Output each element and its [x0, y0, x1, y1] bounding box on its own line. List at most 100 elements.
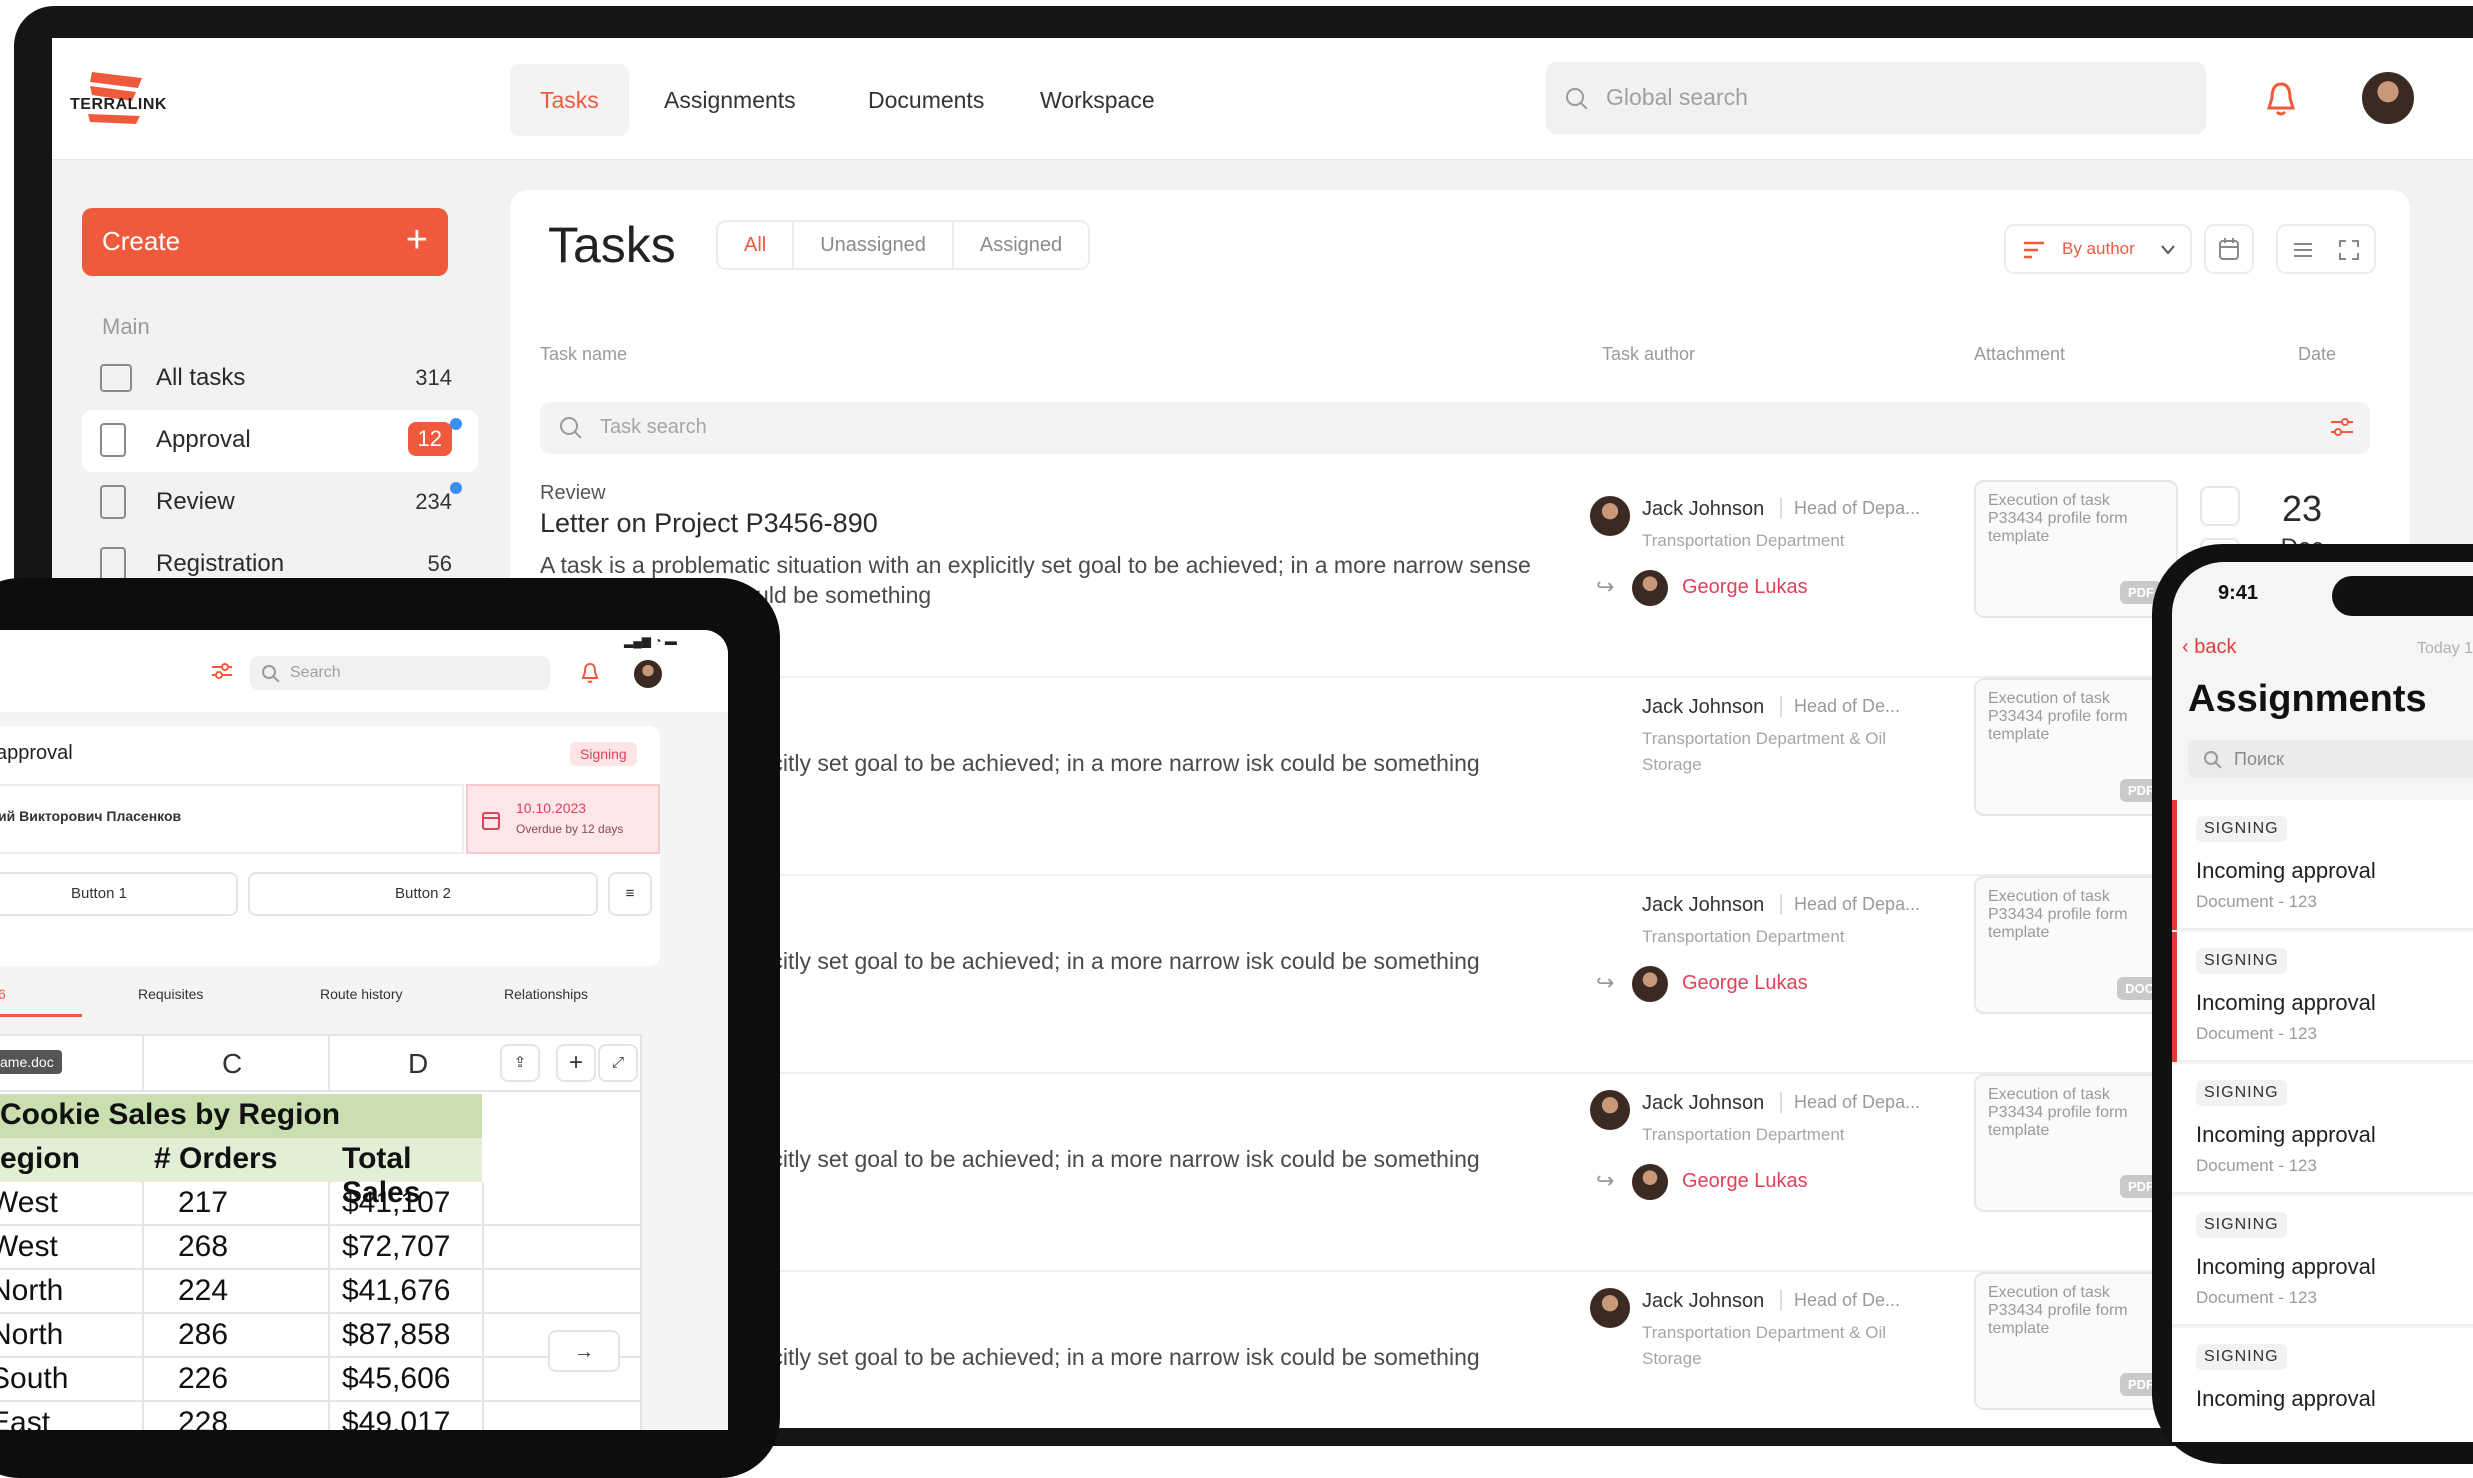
task-type: Review — [540, 482, 606, 504]
phone-search-input[interactable]: Поиск — [2188, 740, 2473, 778]
brand-name: TERRALINK — [70, 96, 167, 113]
sheet-cell: South — [0, 1362, 69, 1395]
task-row[interactable]: 456-890 : situation with an explicitly s… — [540, 678, 2380, 876]
button-1[interactable]: Button 1 — [0, 872, 238, 916]
calendar-button[interactable] — [2204, 224, 2254, 274]
tab-relationships[interactable]: Relationships — [504, 986, 588, 1002]
registration-icon — [100, 547, 126, 581]
attachment-card[interactable]: Execution of task P33434 profile form te… — [1974, 678, 2178, 816]
sidebar-item-review[interactable]: Review 234 — [82, 472, 478, 534]
assignment-card[interactable]: SIGNING Incoming approval Document - 123 — [2172, 1064, 2473, 1194]
notification-bell-icon[interactable] — [580, 662, 600, 684]
fullscreen-icon[interactable] — [2338, 239, 2360, 261]
attachment-card[interactable]: Execution of task P33434 profile form te… — [1974, 1272, 2178, 1410]
assignment-card[interactable]: SIGNING Incoming approval Document - 123 — [2172, 932, 2473, 1062]
assignment-card[interactable]: SIGNING Incoming approval Document - 123 — [2172, 1196, 2473, 1326]
tab-route-history[interactable]: Route history — [320, 986, 402, 1002]
attachment-card[interactable]: Execution of task P33434 profile form te… — [1974, 480, 2178, 618]
sort-by-author-dropdown[interactable]: By author — [2004, 224, 2192, 274]
attachment-name: Execution of task P33434 profile form te… — [1988, 1086, 2128, 1139]
column-divider — [328, 1226, 330, 1270]
back-button[interactable]: ‹ back — [2182, 636, 2236, 659]
task-row[interactable]: 456-890 : situation with an explicitly s… — [540, 1074, 2380, 1272]
tablet-screen: ▂▄▆ ◔ ▬ Search approval Signing ий Викто… — [0, 630, 728, 1430]
page-title: Tasks — [548, 217, 676, 273]
column-header-attachment[interactable]: Attachment — [1974, 344, 2065, 365]
sidebar-item-all-tasks[interactable]: All tasks 314 — [82, 348, 478, 410]
filter-settings-icon[interactable] — [2328, 414, 2356, 440]
button-2[interactable]: Button 2 — [248, 872, 598, 916]
user-avatar[interactable] — [632, 658, 664, 690]
column-divider — [482, 1314, 484, 1358]
overdue-label: Overdue by 12 days — [516, 822, 624, 836]
sidebar-item-count: 234 — [415, 489, 452, 514]
next-arrow-button[interactable]: → — [548, 1330, 620, 1372]
unread-indicator — [2172, 800, 2177, 930]
sidebar-section-title: Main — [102, 314, 150, 339]
task-row[interactable]: Review Letter on Project P3456-890 A tas… — [540, 480, 2380, 678]
column-header-task-author[interactable]: Task author — [1602, 344, 1695, 365]
column-divider — [142, 1314, 144, 1358]
substitute-name[interactable]: George Lukas — [1682, 1170, 1808, 1193]
row-menu-button[interactable] — [2200, 486, 2240, 526]
notification-bell-icon[interactable] — [2264, 80, 2298, 118]
substitute-name[interactable]: George Lukas — [1682, 576, 1808, 599]
nav-tab-tasks[interactable]: Tasks — [510, 64, 629, 136]
tablet-search-input[interactable]: Search — [250, 656, 550, 690]
sheet-cell: $45,606 — [342, 1362, 451, 1395]
forward-arrow-icon: ↪ — [1596, 970, 1615, 995]
attachment-card[interactable]: Execution of task P33434 profile form te… — [1974, 1074, 2178, 1212]
filter-assigned[interactable]: Assigned — [954, 222, 1088, 268]
nav-tab-assignments[interactable]: Assignments — [634, 64, 826, 136]
author-position: Head of Depa... — [1780, 1092, 1920, 1113]
tab-requisites[interactable]: Requisites — [138, 986, 203, 1002]
expand-icon[interactable]: ⤢ — [598, 1044, 638, 1082]
filter-settings-icon[interactable] — [210, 660, 234, 682]
task-title[interactable]: Letter on Project P3456-890 — [540, 508, 878, 539]
task-row[interactable]: 456-890 : situation with an explicitly s… — [540, 1272, 2380, 1428]
sheet-header: egion — [0, 1142, 80, 1175]
search-icon — [2204, 751, 2218, 765]
sidebar-item-approval[interactable]: Approval 12 — [82, 410, 478, 472]
status-tag: SIGNING — [2196, 816, 2287, 842]
nav-tab-documents[interactable]: Documents — [838, 64, 1014, 136]
assignment-doc: Document - 123 — [2196, 1024, 2317, 1043]
filter-unassigned[interactable]: Unassigned — [794, 222, 954, 268]
column-divider — [328, 1036, 330, 1092]
approval-card: approval Signing ий Викторович Пласенков… — [0, 726, 660, 966]
sheet-body: West 217 $41,107 West 268 $72,707 North 224 $41,… — [0, 1182, 642, 1430]
share-icon[interactable]: ⇪ — [500, 1044, 540, 1082]
search-icon — [262, 665, 276, 679]
list-view-icon[interactable] — [2292, 240, 2314, 260]
add-icon[interactable]: + — [556, 1044, 596, 1082]
sheet-cell: 226 — [178, 1362, 229, 1395]
author-department: Transportation Department — [1642, 927, 1845, 946]
status-tag: SIGNING — [2196, 1212, 2287, 1238]
task-search-input[interactable]: Task search — [540, 402, 2370, 454]
nav-tab-workspace[interactable]: Workspace — [1010, 64, 1185, 136]
substitute-name[interactable]: George Lukas — [1682, 972, 1808, 995]
menu-button[interactable]: ≡ — [608, 872, 652, 916]
unread-indicator — [2172, 932, 2177, 1062]
sheet-row: East 228 $49,017 — [0, 1402, 642, 1430]
sheet-cell: North — [0, 1274, 64, 1307]
author-position: Head of Depa... — [1780, 894, 1920, 915]
tab-first[interactable]: 6 — [0, 986, 82, 1017]
due-date-cell: 10.10.2023 Overdue by 12 days — [466, 784, 660, 854]
sheet-cell: 228 — [178, 1406, 229, 1430]
task-row[interactable]: 456-890 : situation with an explicitly s… — [540, 876, 2380, 1074]
attachment-card[interactable]: Execution of task P33434 profile form te… — [1974, 876, 2178, 1014]
attachment-name: Execution of task P33434 profile form te… — [1988, 492, 2128, 545]
assignee-cell: ий Викторович Пласенков — [0, 784, 464, 854]
assignment-card[interactable]: SIGNING Incoming approval Document - 123 — [2172, 800, 2473, 930]
user-avatar[interactable] — [2360, 70, 2416, 126]
global-search-input[interactable]: Global search — [1546, 62, 2206, 134]
attachment-name: Execution of task P33434 profile form te… — [1988, 888, 2128, 941]
task-date-day: 23 — [2281, 488, 2323, 529]
filter-all[interactable]: All — [718, 222, 795, 268]
create-button[interactable]: Create + — [82, 208, 448, 276]
column-divider — [482, 1270, 484, 1314]
assignment-card[interactable]: SIGNING Incoming approval — [2172, 1328, 2473, 1442]
column-header-date[interactable]: Date — [2298, 344, 2336, 365]
column-header-task-name[interactable]: Task name — [540, 344, 627, 365]
